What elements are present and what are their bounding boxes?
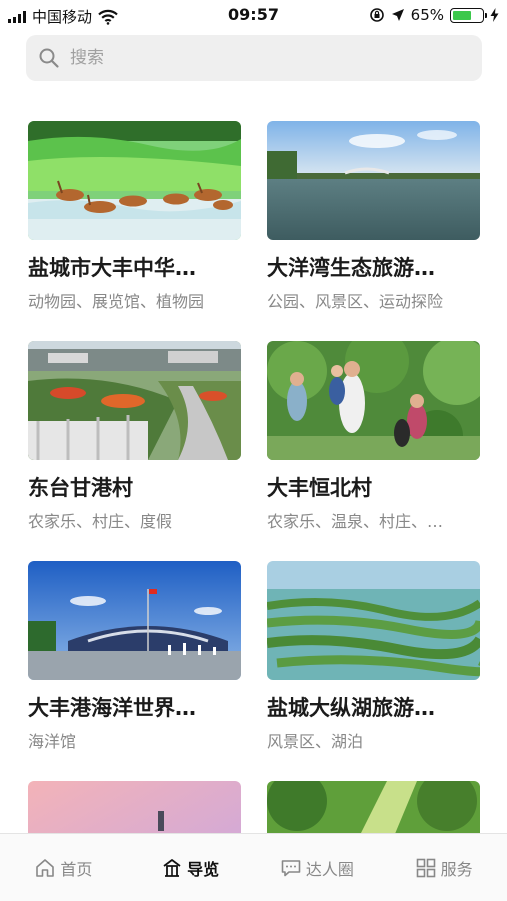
tab-home[interactable]: 首页 xyxy=(0,834,127,901)
search-bar[interactable] xyxy=(26,35,482,81)
search-input[interactable] xyxy=(68,47,452,69)
lock-rotation-icon xyxy=(369,8,384,22)
card-tags: 农家乐、温泉、村庄、… xyxy=(267,512,444,531)
card-tags: 动物园、展览馆、植物园 xyxy=(28,292,205,311)
tab-label: 首页 xyxy=(60,859,93,879)
attraction-card[interactable]: 大丰恒北村 农家乐、温泉、村庄、… xyxy=(267,341,480,532)
tab-community[interactable]: 达人圈 xyxy=(254,834,381,901)
attraction-card[interactable]: 东台甘港村 农家乐、村庄、度假 xyxy=(28,341,241,532)
status-right: 65% xyxy=(369,6,499,24)
attraction-card[interactable]: 盐城大纵湖旅游… 风景区、湖泊 xyxy=(267,561,480,752)
card-tags: 农家乐、村庄、度假 xyxy=(28,512,173,531)
tab-label: 导览 xyxy=(187,859,220,879)
tab-label: 服务 xyxy=(440,859,473,879)
attraction-photo xyxy=(267,341,480,460)
tab-label: 达人圈 xyxy=(305,859,354,879)
card-tags: 公园、风景区、运动探险 xyxy=(267,292,444,311)
guide-icon xyxy=(163,858,181,877)
attraction-photo xyxy=(28,561,241,680)
card-title: 大洋湾生态旅游… xyxy=(267,256,435,280)
attraction-photo xyxy=(28,121,241,240)
card-title: 东台甘港村 xyxy=(28,476,133,500)
card-title: 盐城市大丰中华… xyxy=(28,256,196,280)
attraction-photo xyxy=(28,341,241,460)
card-tags: 风景区、湖泊 xyxy=(267,732,364,751)
grid-icon xyxy=(416,858,435,877)
card-title: 大丰港海洋世界… xyxy=(28,696,196,720)
charging-icon xyxy=(490,8,499,22)
status-bar: 中国移动 09:57 65% xyxy=(0,0,507,30)
location-arrow-icon xyxy=(391,9,404,21)
card-tags: 海洋馆 xyxy=(28,732,77,751)
bottom-tab-bar: 首页 导览 达人圈 服务 xyxy=(0,833,507,901)
card-title: 大丰恒北村 xyxy=(267,476,372,500)
tab-guide[interactable]: 导览 xyxy=(127,834,254,901)
search-icon xyxy=(39,48,59,68)
attraction-card[interactable]: 大洋湾生态旅游… 公园、风景区、运动探险 xyxy=(267,121,480,312)
battery-icon xyxy=(450,7,487,23)
tab-service[interactable]: 服务 xyxy=(380,834,507,901)
battery-percent: 65% xyxy=(410,6,444,24)
chat-icon xyxy=(281,859,301,876)
attraction-card[interactable]: 盐城市大丰中华… 动物园、展览馆、植物园 xyxy=(28,121,241,312)
attraction-photo xyxy=(267,121,480,240)
attraction-card[interactable]: 大丰港海洋世界… 海洋馆 xyxy=(28,561,241,752)
card-title: 盐城大纵湖旅游… xyxy=(267,696,435,720)
attraction-photo xyxy=(267,561,480,680)
home-icon xyxy=(36,858,55,877)
